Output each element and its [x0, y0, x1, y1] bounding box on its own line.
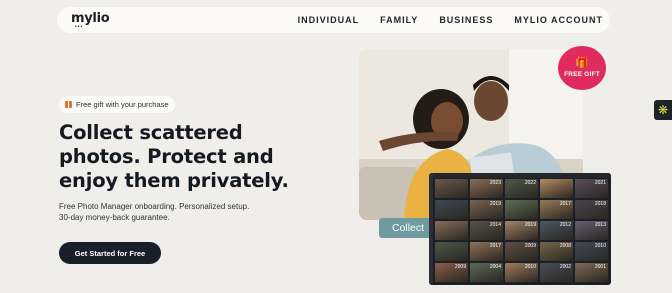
photo-year-label: 2008 [559, 243, 571, 249]
mylio-app-preview: 2023 2022 2021 2019 2017 2018 2014 2019 2012 2013… [429, 173, 611, 285]
free-gift-badge[interactable]: 🎁 FREE GIFT [558, 46, 606, 90]
photo-year-label: 2001 [594, 264, 606, 270]
photo-year-label: 2009 [524, 243, 536, 249]
photo-thumbnail[interactable]: 2009 [435, 263, 468, 282]
free-gift-label: FREE GIFT [564, 71, 600, 78]
sparkle-icon: ❋ [657, 103, 669, 117]
photo-grid: 2023 2022 2021 2019 2017 2018 2014 2019 2012 2013… [435, 179, 608, 282]
photo-thumbnail[interactable]: 2010 [575, 242, 608, 261]
side-widget-button[interactable]: ❋ [654, 100, 672, 120]
photo-thumbnail[interactable]: 2018 [575, 200, 608, 219]
photo-thumbnail[interactable] [540, 179, 573, 198]
photo-thumbnail[interactable]: 2017 [470, 242, 503, 261]
photo-year-label: 2013 [594, 222, 606, 228]
photo-thumbnail[interactable]: 2014 [470, 221, 503, 240]
photo-thumbnail[interactable]: 2017 [540, 200, 573, 219]
gift-icon [65, 101, 72, 108]
photo-thumbnail[interactable] [435, 200, 468, 219]
nav-item-family[interactable]: FAMILY [380, 15, 418, 25]
top-nav-bar: mylio ••• INDIVIDUAL FAMILY BUSINESS MYL… [57, 7, 610, 33]
photo-thumbnail[interactable]: 2023 [470, 179, 503, 198]
photo-year-label: 2021 [594, 180, 606, 186]
logo-dots: ••• [75, 24, 84, 30]
photo-year-label: 2019 [524, 222, 536, 228]
nav-item-individual[interactable]: INDIVIDUAL [298, 15, 360, 25]
photo-year-label: 2018 [594, 201, 606, 207]
hero-subtext: Free Photo Manager onboarding. Personali… [59, 202, 250, 222]
gift-pill-label: Free gift with your purchase [76, 100, 169, 109]
photo-year-label: 2010 [524, 264, 536, 270]
photo-year-label: 2002 [559, 264, 571, 270]
hero-headline: Collect scattered photos. Protect and en… [59, 121, 289, 192]
photo-thumbnail[interactable] [435, 242, 468, 261]
photo-thumbnail[interactable]: 2002 [540, 263, 573, 282]
photo-thumbnail[interactable]: 2022 [505, 179, 538, 198]
photo-thumbnail[interactable] [435, 221, 468, 240]
app-sidebar [429, 173, 433, 285]
photo-year-label: 2004 [489, 264, 501, 270]
photo-thumbnail[interactable]: 2012 [540, 221, 573, 240]
free-gift-pill[interactable]: Free gift with your purchase [59, 96, 175, 113]
photo-year-label: 2014 [489, 222, 501, 228]
photo-year-label: 2012 [559, 222, 571, 228]
photo-year-label: 2019 [489, 201, 501, 207]
photo-thumbnail[interactable] [505, 200, 538, 219]
nav-menu: INDIVIDUAL FAMILY BUSINESS MYLIO ACCOUNT [277, 7, 603, 33]
photo-year-label: 2023 [489, 180, 501, 186]
photo-thumbnail[interactable]: 2004 [470, 263, 503, 282]
photo-year-label: 2010 [594, 243, 606, 249]
photo-year-label: 2017 [559, 201, 571, 207]
nav-item-mylio-account[interactable]: MYLIO ACCOUNT [514, 15, 603, 25]
photo-thumbnail[interactable]: 2019 [505, 221, 538, 240]
photo-year-label: 2009 [454, 264, 466, 270]
photo-thumbnail[interactable]: 2013 [575, 221, 608, 240]
gift-icon: 🎁 [575, 57, 589, 69]
photo-year-label: 2017 [489, 243, 501, 249]
get-started-button[interactable]: Get Started for Free [59, 242, 161, 264]
photo-thumbnail[interactable]: 2021 [575, 179, 608, 198]
photo-year-label: 2022 [524, 180, 536, 186]
photo-thumbnail[interactable] [435, 179, 468, 198]
nav-item-business[interactable]: BUSINESS [439, 15, 493, 25]
photo-thumbnail[interactable]: 2010 [505, 263, 538, 282]
photo-thumbnail[interactable]: 2019 [470, 200, 503, 219]
photo-thumbnail[interactable]: 2009 [505, 242, 538, 261]
app-topbar [433, 173, 611, 178]
photo-thumbnail[interactable]: 2008 [540, 242, 573, 261]
photo-thumbnail[interactable]: 2001 [575, 263, 608, 282]
